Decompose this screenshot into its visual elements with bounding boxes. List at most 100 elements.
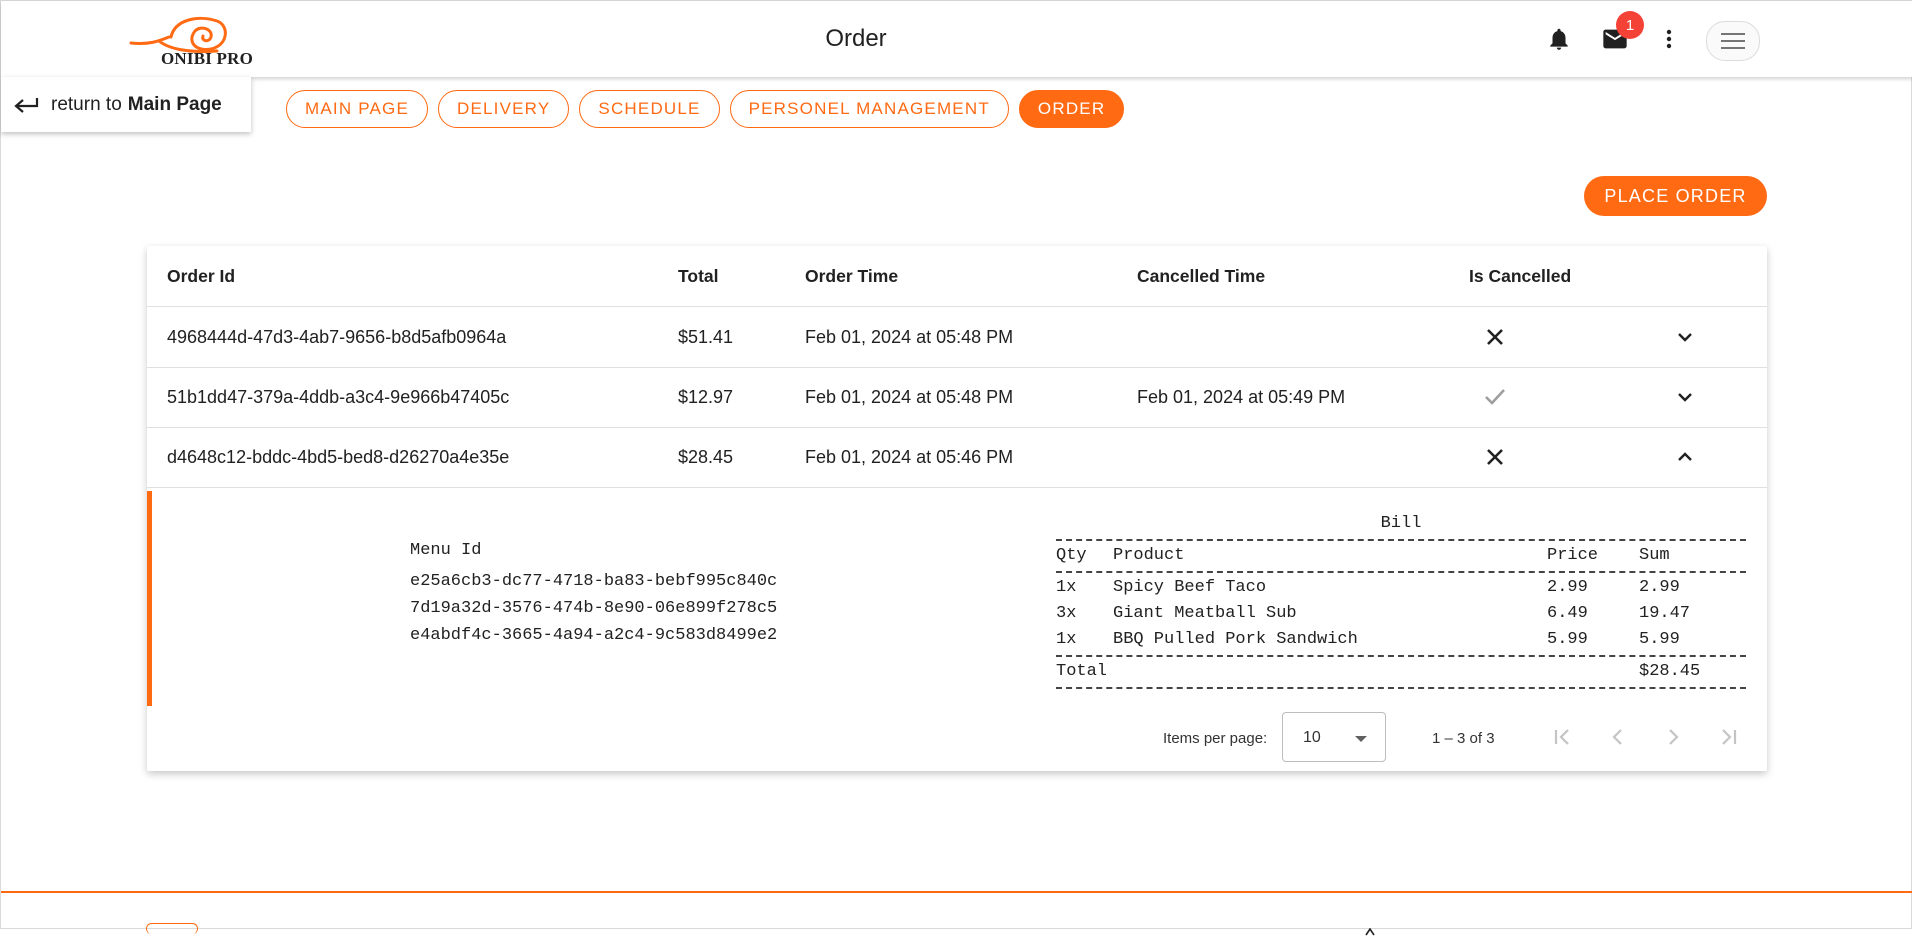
- items-per-page-label: Items per page:: [1163, 730, 1268, 747]
- total-cell: $12.97: [678, 386, 734, 407]
- section-nav: MAIN PAGE DELIVERY SCHEDULE PERSONEL MAN…: [286, 90, 1125, 128]
- expand-row-button[interactable]: [1673, 307, 1697, 367]
- bill-item-row: 3x Giant Meatball Sub 6.49 19.47: [1056, 601, 1746, 627]
- order-detail-panel: Menu Id e25a6cb3-dc77-4718-ba83-bebf995c…: [147, 491, 1767, 706]
- bill-qty: 1x: [1056, 630, 1077, 649]
- notification-badge: 1: [1616, 11, 1644, 39]
- previous-page-button[interactable]: [1603, 722, 1633, 752]
- first-page-icon: [1554, 729, 1569, 745]
- divider: [1056, 687, 1746, 689]
- bell-icon: [1550, 28, 1568, 50]
- nav-delivery[interactable]: DELIVERY: [438, 90, 570, 128]
- bill-total-label: Total: [1056, 662, 1108, 681]
- bill-sum: 2.99: [1639, 578, 1680, 597]
- return-prefix: return to: [51, 93, 122, 115]
- menu-id-item: e4abdf4c-3665-4a94-a2c4-9c583d8499e2: [410, 626, 778, 645]
- divider: [1056, 571, 1746, 573]
- next-page-button[interactable]: [1658, 722, 1688, 752]
- menu-id-header: Menu Id: [410, 541, 482, 560]
- return-arrow-icon: [13, 96, 39, 114]
- more-vert-icon: [1666, 29, 1672, 49]
- cancelled-time-cell: Feb 01, 2024 at 05:49 PM: [1137, 386, 1346, 407]
- chevron-right-icon: [1669, 729, 1679, 745]
- bill-product: Spicy Beef Taco: [1113, 578, 1267, 597]
- chevron-up-icon: [1678, 452, 1692, 461]
- expand-row-button[interactable]: [1673, 367, 1697, 427]
- nav-schedule[interactable]: SCHEDULE: [579, 90, 720, 128]
- bill-header-sum: Sum: [1639, 546, 1670, 565]
- not-cancelled-icon: [1483, 307, 1507, 367]
- table-header-row: Order Id Total Order Time Cancelled Time…: [147, 246, 1767, 307]
- divider: [1056, 539, 1746, 541]
- bill-sum: 5.99: [1639, 630, 1680, 649]
- order-time-cell: Feb 01, 2024 at 05:46 PM: [805, 446, 1014, 467]
- table-row[interactable]: 4968444d-47d3-4ab7-9656-b8d5afb0964a $51…: [147, 307, 1767, 368]
- return-to-main-page-link[interactable]: return to Main Page: [1, 77, 251, 132]
- order-id-cell: 4968444d-47d3-4ab7-9656-b8d5afb0964a: [167, 326, 507, 347]
- place-order-button[interactable]: PLACE ORDER: [1584, 176, 1767, 216]
- bill-price: 2.99: [1547, 578, 1588, 597]
- divider: [1056, 655, 1746, 657]
- not-cancelled-icon: [1483, 427, 1507, 487]
- order-id-cell: 51b1dd47-379a-4ddb-a3c4-9e966b47405c: [167, 386, 510, 407]
- nav-personel-management[interactable]: PERSONEL MANAGEMENT: [729, 90, 1009, 128]
- total-cell: $28.45: [678, 446, 734, 467]
- header-cancelled-time[interactable]: Cancelled Time: [1137, 246, 1265, 306]
- bill-item-row: 1x BBQ Pulled Pork Sandwich 5.99 5.99: [1056, 627, 1746, 653]
- dropdown-caret-icon: [1355, 736, 1367, 742]
- paginator: Items per page: 10 1 – 3 of 3: [147, 706, 1767, 771]
- menu-id-item: 7d19a32d-3576-474b-8e90-06e899f278c5: [410, 599, 778, 618]
- orders-table-card: Order Id Total Order Time Cancelled Time…: [147, 246, 1767, 771]
- bill-header-product: Product: [1113, 546, 1185, 565]
- total-cell: $51.41: [678, 326, 734, 347]
- bill-receipt: Bill Qty Product Price Sum 1x Spicy Beef…: [1056, 511, 1746, 691]
- bill-total-value: $28.45: [1639, 662, 1701, 681]
- footer-icon-partial: [1365, 923, 1375, 936]
- more-options-button[interactable]: [1651, 21, 1687, 57]
- top-app-bar: ONIBI PRO Order 1: [1, 1, 1912, 77]
- page-size-value: 10: [1303, 729, 1321, 746]
- header-is-cancelled[interactable]: Is Cancelled: [1469, 246, 1571, 306]
- header-order-time[interactable]: Order Time: [805, 246, 898, 306]
- nav-main-page[interactable]: MAIN PAGE: [286, 90, 429, 128]
- header-total[interactable]: Total: [678, 246, 719, 306]
- page-size-select[interactable]: 10: [1282, 712, 1386, 762]
- menu-id-item: e25a6cb3-dc77-4718-ba83-bebf995c840c: [410, 572, 778, 591]
- bill-item-row: 1x Spicy Beef Taco 2.99 2.99: [1056, 575, 1746, 601]
- page-title: Order: [825, 25, 887, 52]
- bill-header-row: Qty Product Price Sum: [1056, 543, 1746, 569]
- bill-qty: 1x: [1056, 578, 1077, 597]
- cancelled-check-icon: [1483, 367, 1507, 427]
- bill-product: BBQ Pulled Pork Sandwich: [1113, 630, 1358, 649]
- first-page-button[interactable]: [1548, 722, 1578, 752]
- bill-product: Giant Meatball Sub: [1113, 604, 1297, 623]
- notifications-button[interactable]: [1541, 21, 1577, 57]
- hamburger-menu-button[interactable]: [1706, 21, 1760, 61]
- hamburger-menu-icon: [1721, 33, 1745, 49]
- bill-total-row: Total $28.45: [1056, 659, 1746, 685]
- page-range-label: 1 – 3 of 3: [1432, 730, 1495, 747]
- bill-sum: 19.47: [1639, 604, 1691, 623]
- last-page-button[interactable]: [1713, 722, 1743, 752]
- footer-divider: [1, 891, 1912, 893]
- nav-order[interactable]: ORDER: [1018, 90, 1125, 128]
- bill-header-qty: Qty: [1056, 546, 1087, 565]
- order-time-cell: Feb 01, 2024 at 05:48 PM: [805, 326, 1014, 347]
- table-row[interactable]: d4648c12-bddc-4bd5-bed8-d26270a4e35e $28…: [147, 427, 1767, 488]
- bill-qty: 3x: [1056, 604, 1077, 623]
- menu-id-list: Menu Id e25a6cb3-dc77-4718-ba83-bebf995c…: [410, 541, 777, 649]
- order-id-cell: d4648c12-bddc-4bd5-bed8-d26270a4e35e: [167, 446, 510, 467]
- order-time-cell: Feb 01, 2024 at 05:48 PM: [805, 386, 1014, 407]
- collapse-row-button[interactable]: [1673, 427, 1697, 487]
- return-target: Main Page: [127, 93, 222, 115]
- chevron-down-icon: [1678, 333, 1692, 342]
- bill-price: 5.99: [1547, 630, 1588, 649]
- bill-header-price: Price: [1547, 546, 1599, 565]
- last-page-icon: [1722, 729, 1737, 745]
- table-row[interactable]: 51b1dd47-379a-4ddb-a3c4-9e966b47405c $12…: [147, 367, 1767, 428]
- bill-price: 6.49: [1547, 604, 1588, 623]
- chevron-left-icon: [1612, 729, 1622, 745]
- bill-title: Bill: [1380, 514, 1422, 533]
- chevron-down-icon: [1678, 393, 1692, 402]
- header-order-id[interactable]: Order Id: [167, 246, 235, 306]
